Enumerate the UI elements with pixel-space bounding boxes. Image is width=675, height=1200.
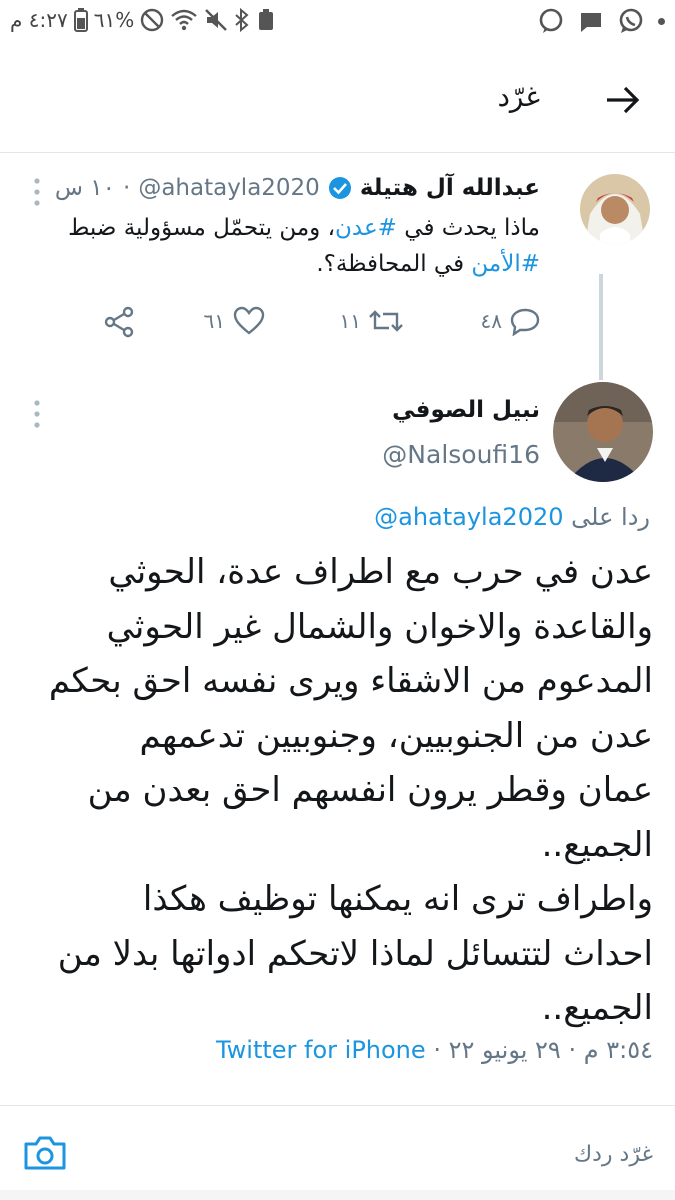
replying-to: ردا على @ahatayla2020 <box>374 503 650 531</box>
status-time: ٤:٢٧ م <box>10 8 68 32</box>
share-action[interactable] <box>103 306 135 338</box>
dnd-icon <box>141 8 164 32</box>
back-arrow-icon[interactable] <box>601 78 645 122</box>
parent-avatar[interactable] <box>580 174 650 244</box>
retweet-count: ١١ <box>339 309 361 333</box>
wifi-icon <box>171 9 197 31</box>
avatar-image <box>553 382 653 482</box>
retweet-action[interactable]: ١١ <box>340 306 403 336</box>
reply-action[interactable]: ٤٨ <box>481 306 540 336</box>
reply-input[interactable]: غرّد ردك <box>574 1142 653 1167</box>
meta-separator: · <box>433 1036 441 1064</box>
reply-count: ٤٨ <box>480 309 502 333</box>
meta-separator: · <box>568 1036 577 1064</box>
reply-prefix: ردا على <box>571 503 650 531</box>
reply-icon <box>510 308 540 336</box>
header-divider <box>0 152 675 153</box>
status-bar: ٤:٢٧ م ٦١% <box>0 0 675 48</box>
tweet-text-part: في المحافظة؟. <box>316 251 472 277</box>
camera-icon[interactable] <box>22 1130 68 1176</box>
parent-tweet-header: عبدالله آل هتيلة @ahatayla2020 · ١٠ س <box>55 175 540 201</box>
heart-icon <box>233 306 265 335</box>
tweet-text-part: ، ومن يتحمّل مسؤولية ضبط <box>68 215 335 241</box>
status-dot <box>658 17 665 25</box>
top-header: غرّد <box>0 60 675 140</box>
like-count: ٦١ <box>203 309 225 333</box>
status-right <box>538 8 665 34</box>
hashtag-link[interactable]: #الأمن <box>471 251 540 277</box>
status-left: ٤:٢٧ م ٦١% <box>10 8 276 32</box>
bottom-strip <box>0 1190 675 1200</box>
battery-icon <box>73 8 88 32</box>
verified-badge-icon <box>328 177 351 199</box>
share-icon <box>104 306 134 338</box>
parent-author-name[interactable]: عبدالله آل هتيلة <box>360 175 540 201</box>
whatsapp-icon <box>619 8 643 33</box>
reply-bar: غرّد ردك <box>0 1108 675 1200</box>
parent-tweet-time: ١٠ س <box>54 175 115 201</box>
tweet-text-part: ماذا يحدث في <box>396 215 540 241</box>
more-options-icon[interactable] <box>32 177 42 207</box>
like-action[interactable]: ٦١ <box>204 306 265 336</box>
tweet-source-link[interactable]: Twitter for iPhone <box>216 1036 426 1064</box>
recycle-icon <box>259 9 274 30</box>
retweet-icon <box>369 310 403 332</box>
reply-mention-link[interactable]: @ahatayla2020 <box>374 503 563 531</box>
parent-tweet-text: ماذا يحدث في #عدن، ومن يتحمّل مسؤولية ضب… <box>40 210 540 282</box>
hashtag-link[interactable]: #عدن <box>335 215 397 241</box>
main-author-handle[interactable]: @Nalsoufi16 <box>382 440 540 469</box>
separator-dot: · <box>123 175 131 201</box>
main-avatar[interactable] <box>553 382 653 482</box>
tweet-time: ٣:٥٤ م <box>583 1036 653 1064</box>
message-icon <box>539 8 563 33</box>
battery-percent: ٦١% <box>93 8 135 32</box>
tweet-meta: ٣:٥٤ م · ٢٩ يونيو ٢٢ · Twitter for iPhon… <box>216 1036 653 1064</box>
main-tweet-text: عدن في حرب مع اطراف عدة، الحوثي والقاعدة… <box>48 552 653 1028</box>
bluetooth-icon <box>235 8 249 32</box>
thread-line <box>599 274 603 380</box>
mute-icon <box>205 9 228 31</box>
avatar-image <box>580 174 650 244</box>
parent-author-handle[interactable]: @ahatayla2020 <box>138 175 320 201</box>
chat-icon <box>581 13 601 32</box>
main-author-name[interactable]: نبيل الصوفي <box>392 397 540 423</box>
page-title: غرّد <box>497 80 540 113</box>
tweet-date: ٢٩ يونيو ٢٢ <box>448 1036 561 1064</box>
more-options-icon[interactable] <box>32 399 42 429</box>
reply-bar-divider <box>0 1105 675 1106</box>
